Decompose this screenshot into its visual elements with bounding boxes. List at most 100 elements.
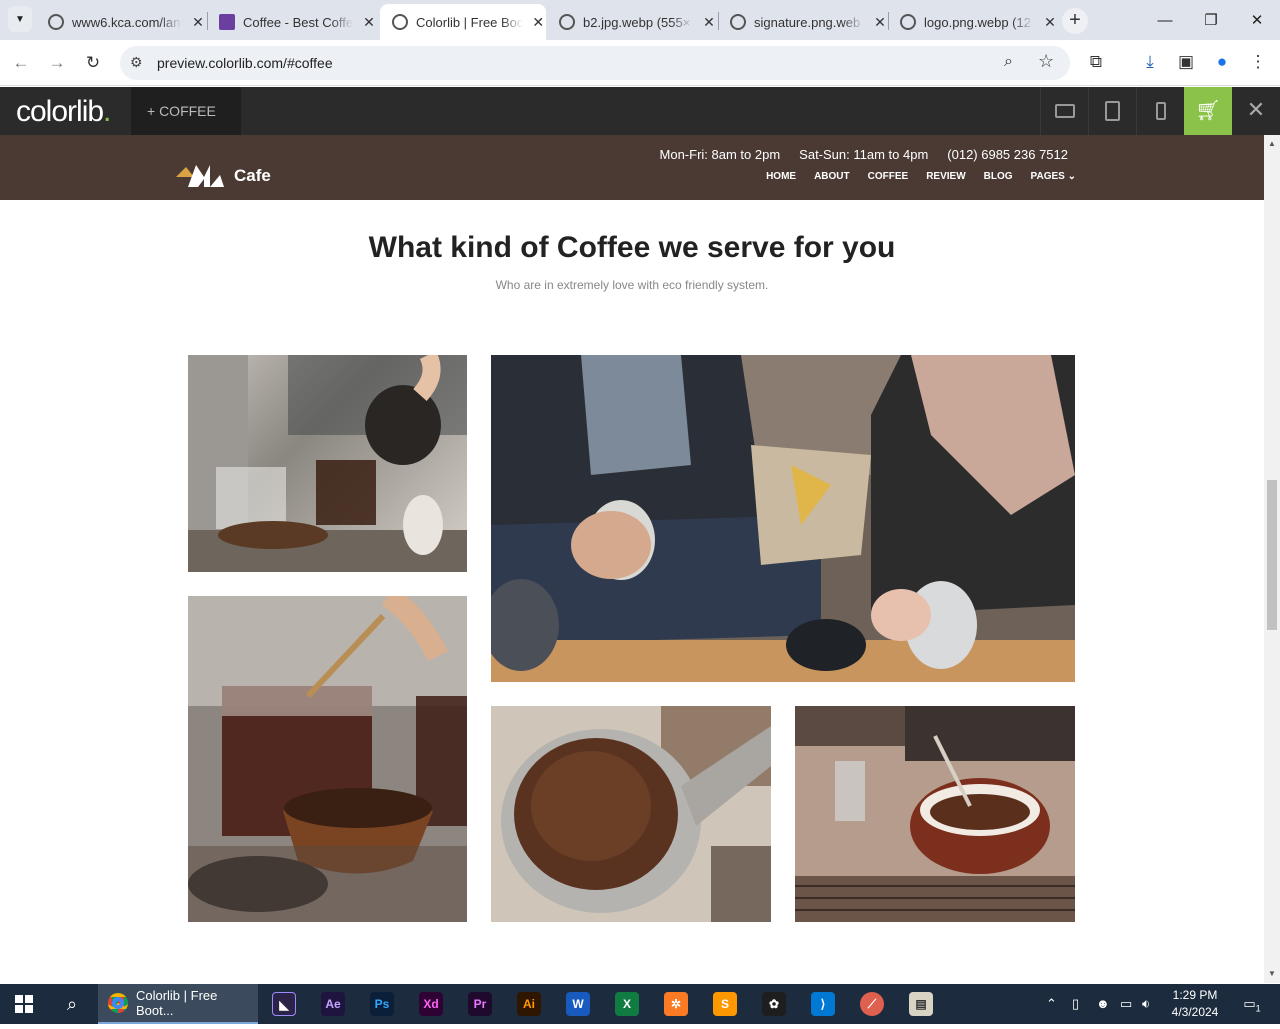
illustrator-icon[interactable]: Ai (517, 992, 541, 1016)
side-panel-icon[interactable]: ▣ (1174, 52, 1198, 72)
ground-coffee-portafilter-image (491, 706, 771, 922)
word-icon[interactable]: W (566, 992, 590, 1016)
notifications-button[interactable]: ▭1 (1236, 984, 1268, 1024)
reload-button[interactable]: ↻ (80, 50, 106, 76)
close-tab-icon[interactable]: ✕ (701, 14, 717, 31)
usb-icon[interactable]: ▯ (1072, 984, 1079, 1024)
close-tab-icon[interactable]: ✕ (1042, 14, 1058, 31)
close-preview-button[interactable]: ✕ (1232, 87, 1280, 135)
scroll-down-icon[interactable]: ▼ (1268, 969, 1276, 978)
page-scrollbar[interactable]: ▲ ▼ (1264, 135, 1280, 983)
nav-review[interactable]: REVIEW (926, 171, 965, 182)
volume-icon[interactable]: 🔉︎ (1142, 984, 1150, 1024)
extensions-icon[interactable]: ⧉ (1084, 52, 1108, 72)
espresso-machine-cup-image (795, 706, 1075, 922)
image-viewer-icon[interactable]: ▤ (909, 992, 933, 1016)
close-tab-icon[interactable]: ✕ (531, 14, 546, 31)
globe-icon (559, 14, 575, 30)
ground-coffee-portafilter-photo[interactable] (491, 706, 771, 922)
antivirus-icon[interactable]: ☻ (1096, 984, 1110, 1024)
url-text[interactable]: preview.colorlib.com/#coffee (157, 55, 333, 71)
tablet-icon (1105, 101, 1120, 121)
notification-icon: ▭ (1243, 996, 1256, 1011)
nav-coffee[interactable]: COFFEE (868, 171, 909, 182)
minimize-button[interactable]: — (1142, 0, 1188, 40)
tablet-view-button[interactable] (1088, 87, 1136, 135)
excel-icon[interactable]: X (615, 992, 639, 1016)
tab-signature-image[interactable]: signature.png.web ✕ (718, 4, 888, 40)
coffee-pouring-image (188, 355, 467, 572)
phone-number[interactable]: (012) 6985 236 7512 (947, 147, 1068, 162)
couple-holding-cups-image (491, 355, 1075, 682)
scroll-up-icon[interactable]: ▲ (1268, 139, 1276, 148)
close-icon: ✕ (1246, 97, 1266, 122)
cart-button[interactable]: 🛒︎ (1184, 87, 1232, 135)
couple-holding-cups-photo[interactable] (491, 355, 1075, 682)
xampp-icon[interactable]: ✲ (664, 992, 688, 1016)
premiere-icon[interactable]: Pr (468, 992, 492, 1016)
profile-icon[interactable]: ● (1210, 52, 1234, 72)
globe-icon (730, 14, 746, 30)
chevron-down-icon: ⌄ (1067, 171, 1076, 182)
tab-colorlib[interactable]: Colorlib | Free Boo ✕ (380, 4, 546, 40)
colorlib-preview-bar: colorlib. + COFFEE 🛒︎ ✕ (0, 87, 1280, 135)
contact-info: Mon-Fri: 8am to 2pm Sat-Sun: 11am to 4pm… (660, 147, 1068, 162)
close-tab-icon[interactable]: ✕ (190, 14, 206, 31)
sublime-icon[interactable]: S (713, 992, 737, 1016)
scrollbar-thumb[interactable] (1267, 480, 1277, 630)
design-app-icon[interactable]: ⟋ (860, 992, 884, 1016)
tray-chevron-icon[interactable]: ⌃ (1046, 984, 1057, 1024)
close-tab-icon[interactable]: ✕ (872, 14, 888, 31)
close-window-button[interactable]: ✕ (1234, 0, 1280, 40)
zoom-icon[interactable]: ⌕ (1004, 53, 1013, 71)
desktop-icon (1054, 104, 1075, 118)
after-effects-icon[interactable]: Ae (321, 992, 345, 1016)
main-nav: HOME ABOUT COFFEE REVIEW BLOG PAGES ⌄ (766, 171, 1076, 182)
mobile-view-button[interactable] (1136, 87, 1184, 135)
site-info-icon[interactable]: ⚙ (130, 54, 143, 71)
xd-icon[interactable]: Xd (419, 992, 443, 1016)
address-bar[interactable]: ⚙ preview.colorlib.com/#coffee ⌕ ☆ (120, 46, 1070, 80)
windows-logo-icon (15, 995, 33, 1013)
site-logo[interactable]: Cafe (176, 163, 271, 189)
tab-kca[interactable]: www6.kca.com/lan ✕ (36, 4, 206, 40)
forward-button[interactable]: → (44, 50, 70, 76)
coffee-pouring-photo[interactable] (188, 355, 467, 572)
back-button[interactable]: ← (8, 50, 34, 76)
section-title: What kind of Coffee we serve for you (368, 231, 896, 264)
cart-icon: 🛒︎ (1195, 100, 1221, 122)
nav-about[interactable]: ABOUT (814, 171, 850, 182)
menu-kebab-icon[interactable]: ⋮ (1246, 52, 1270, 72)
tab-logo-image[interactable]: logo.png.webp (12 ✕ (888, 4, 1058, 40)
windows-taskbar: ⌕ Colorlib | Free Boot... ◣ Ae Ps Xd Pr … (0, 984, 1280, 1024)
media-encoder-icon[interactable]: ◣ (272, 992, 296, 1016)
close-tab-icon[interactable]: ✕ (361, 14, 377, 31)
new-tab-button[interactable]: + (1062, 8, 1088, 34)
system-clock[interactable]: 1:29 PM 4/3/2024 (1162, 987, 1228, 1021)
nav-home[interactable]: HOME (766, 171, 796, 182)
download-icon[interactable]: ⤓ (1138, 52, 1162, 72)
tab-coffee[interactable]: Coffee - Best Coffe ✕ (207, 4, 379, 40)
nav-pages[interactable]: PAGES ⌄ (1031, 171, 1076, 182)
theme-selector[interactable]: + COFFEE (131, 87, 241, 135)
restore-button[interactable]: ❐ (1188, 0, 1234, 40)
photoshop-icon[interactable]: Ps (370, 992, 394, 1016)
figma-icon[interactable]: ✿ (762, 992, 786, 1016)
weekend-hours: Sat-Sun: 11am to 4pm (799, 147, 929, 162)
site-header: Cafe Mon-Fri: 8am to 2pm Sat-Sun: 11am t… (0, 135, 1264, 200)
espresso-machine-cup-photo[interactable] (795, 706, 1075, 922)
search-icon[interactable]: ⌕ (48, 984, 96, 1024)
desktop-view-button[interactable] (1040, 87, 1088, 135)
start-button[interactable] (0, 984, 48, 1024)
nav-blog[interactable]: BLOG (984, 171, 1013, 182)
tab-b2-image[interactable]: b2.jpg.webp (555× ✕ (547, 4, 717, 40)
tab-search-button[interactable]: ▼ (8, 6, 32, 32)
coffee-beans-cup-photo[interactable] (188, 596, 467, 922)
mobile-icon (1155, 102, 1166, 120)
network-icon[interactable]: ▭ (1120, 984, 1132, 1024)
browser-toolbar: ← → ↻ ⚙ preview.colorlib.com/#coffee ⌕ ☆… (0, 40, 1280, 86)
taskbar-chrome-button[interactable]: Colorlib | Free Boot... (98, 984, 258, 1024)
colorlib-logo[interactable]: colorlib. (16, 95, 111, 129)
vscode-icon[interactable]: ⟩ (811, 992, 835, 1016)
bookmark-star-icon[interactable]: ☆ (1038, 51, 1054, 72)
